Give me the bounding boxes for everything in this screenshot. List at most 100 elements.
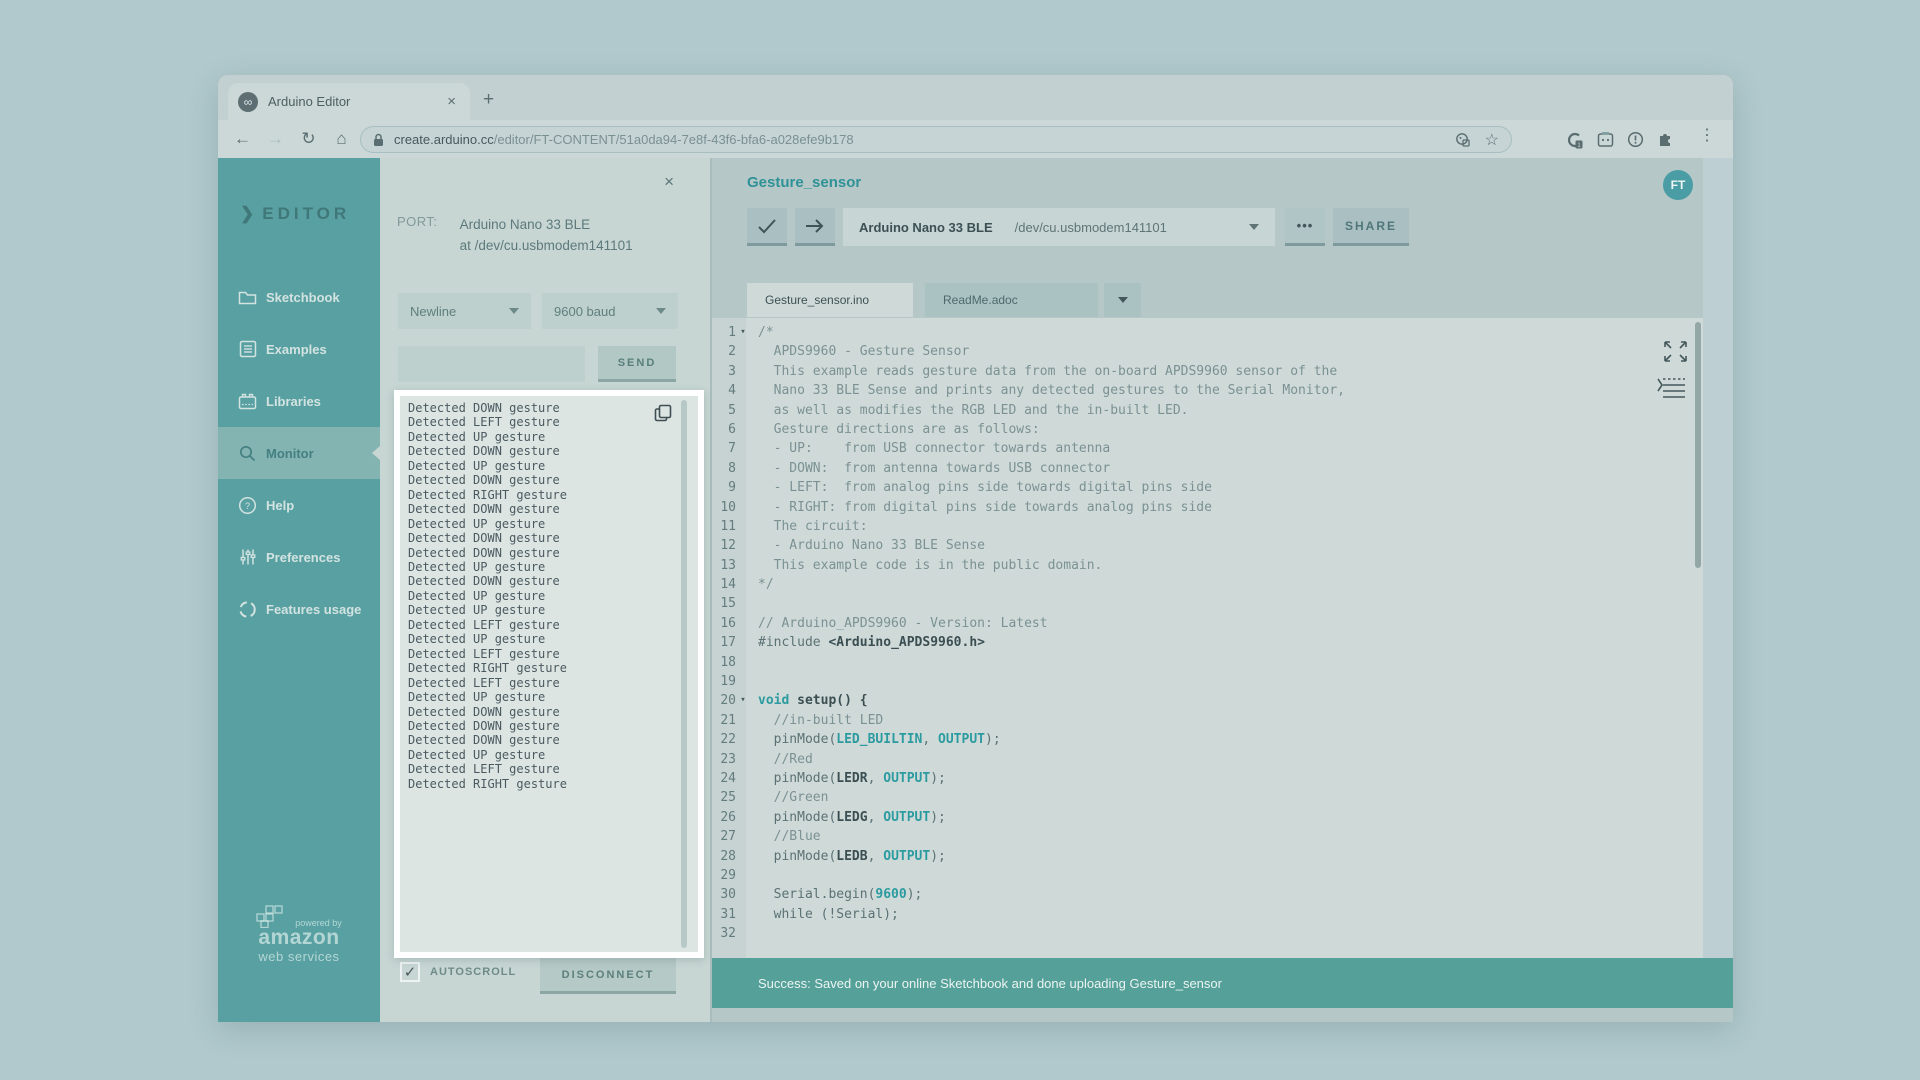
line-number: 32 <box>712 924 736 943</box>
log-line: Detected DOWN gesture <box>408 473 674 487</box>
code-text <box>750 594 758 613</box>
fold-arrow-icon[interactable]: ▾ <box>736 323 750 342</box>
folder-icon <box>238 288 257 307</box>
line-number: 26 <box>712 808 736 827</box>
editor-right-margin <box>1703 158 1733 958</box>
panel-close-icon[interactable]: × <box>664 172 674 192</box>
reload-icon[interactable]: ↻ <box>292 129 325 149</box>
sidebar-item-features-usage[interactable]: Features usage <box>218 583 380 635</box>
port-label: PORT: <box>397 214 438 256</box>
code-line: 3 This example reads gesture data from t… <box>712 362 1703 381</box>
url-bar[interactable]: create.arduino.cc/editor/FT-CONTENT/51a0… <box>360 126 1512 153</box>
line-number: 17 <box>712 633 736 652</box>
autoscroll-checkbox[interactable]: ✓ <box>400 962 420 982</box>
browser-tab[interactable]: ∞ Arduino Editor × <box>228 83 470 120</box>
code-text: The circuit: <box>750 517 868 536</box>
code-editor[interactable]: 1▾/*2 APDS9960 - Gesture Sensor3 This ex… <box>712 318 1703 958</box>
bookmark-star-icon[interactable]: ☆ <box>1485 130 1499 150</box>
line-number: 27 <box>712 827 736 846</box>
upload-button[interactable] <box>795 208 835 246</box>
line-ending-select[interactable]: Newline <box>398 293 531 329</box>
sidebar-item-libraries[interactable]: Libraries <box>218 375 380 427</box>
sidebar-item-help[interactable]: ? Help <box>218 479 380 531</box>
back-icon[interactable]: ← <box>226 129 259 149</box>
log-line: Detected RIGHT gesture <box>408 777 674 791</box>
sidebar-item-preferences[interactable]: Preferences <box>218 531 380 583</box>
forward-icon[interactable]: → <box>259 129 292 149</box>
code-text: Nano 33 BLE Sense and prints any detecte… <box>750 381 1345 400</box>
code-text <box>750 653 758 672</box>
verify-button[interactable] <box>747 208 787 246</box>
line-number: 20 <box>712 691 736 710</box>
sidebar-item-label: Help <box>266 498 294 513</box>
sliders-icon <box>238 548 257 567</box>
serial-monitor-panel: × PORT: Arduino Nano 33 BLEat /dev/cu.us… <box>380 158 712 1022</box>
sidebar-nav: Sketchbook Examples Libraries <box>218 271 380 635</box>
code-line: 19 <box>712 672 1703 691</box>
code-line: 15 <box>712 594 1703 613</box>
line-number: 21 <box>712 711 736 730</box>
sidebar-item-examples[interactable]: Examples <box>218 323 380 375</box>
info-circle-icon[interactable] <box>1627 131 1644 148</box>
disconnect-button[interactable]: DISCONNECT <box>540 958 676 994</box>
serial-log-scrollbar[interactable] <box>681 400 687 948</box>
tab-list-button[interactable] <box>1104 283 1141 317</box>
extension-box-icon[interactable] <box>1597 131 1614 148</box>
puzzle-extension-icon[interactable] <box>1657 131 1675 149</box>
format-code-icon[interactable] <box>1657 376 1687 400</box>
code-line: 6 Gesture directions are as follows: <box>712 420 1703 439</box>
autoscroll-label: AUTOSCROLL <box>430 966 516 978</box>
code-text: void setup() { <box>750 691 868 710</box>
baud-rate-select[interactable]: 9600 baud <box>542 293 678 329</box>
code-text: Serial.begin(9600); <box>750 885 922 904</box>
code-scrollbar[interactable] <box>1695 322 1701 568</box>
board-selector[interactable]: Arduino Nano 33 BLE /dev/cu.usbmodem1411… <box>843 208 1275 246</box>
tab-gesture-sensor-ino[interactable]: Gesture_sensor.ino <box>747 283 913 317</box>
examples-icon <box>238 340 257 359</box>
line-number: 14 <box>712 575 736 594</box>
line-number: 23 <box>712 750 736 769</box>
avatar[interactable]: FT <box>1663 170 1693 200</box>
sidebar-item-monitor[interactable]: Monitor <box>218 427 380 479</box>
home-icon[interactable]: ⌂ <box>325 129 358 149</box>
fullscreen-icon[interactable] <box>1663 340 1689 364</box>
lock-icon <box>373 133 384 147</box>
line-number: 10 <box>712 498 736 517</box>
sidebar: ❯EDITOR Sketchbook Examples <box>218 158 380 1022</box>
fold-spacer <box>736 730 750 749</box>
new-tab-button[interactable]: + <box>483 89 494 111</box>
more-options-button[interactable]: ••• <box>1285 208 1325 246</box>
browser-toolbar: ← → ↻ ⌂ create.arduino.cc/editor/FT-CONT… <box>218 120 1733 158</box>
line-number: 29 <box>712 866 736 885</box>
tab-close-icon[interactable]: × <box>443 93 460 110</box>
copy-icon[interactable] <box>654 404 672 422</box>
fold-spacer <box>736 808 750 827</box>
extension-c-icon[interactable]: 1 <box>1566 131 1584 149</box>
fold-spacer <box>736 536 750 555</box>
sidebar-item-sketchbook[interactable]: Sketchbook <box>218 271 380 323</box>
line-number: 31 <box>712 905 736 924</box>
log-line: Detected DOWN gesture <box>408 574 674 588</box>
fold-arrow-icon[interactable]: ▾ <box>736 691 750 710</box>
serial-input[interactable] <box>398 346 585 382</box>
send-button[interactable]: SEND <box>598 346 676 382</box>
line-number: 4 <box>712 381 736 400</box>
code-text: //in-built LED <box>750 711 883 730</box>
log-line: Detected UP gesture <box>408 603 674 617</box>
code-text: as well as modifies the RGB LED and the … <box>750 401 1188 420</box>
code-line: 13 This example code is in the public do… <box>712 556 1703 575</box>
line-number: 3 <box>712 362 736 381</box>
fold-spacer <box>736 653 750 672</box>
log-line: Detected DOWN gesture <box>408 705 674 719</box>
line-number: 22 <box>712 730 736 749</box>
share-button[interactable]: SHARE <box>1333 208 1409 246</box>
fold-spacer <box>736 498 750 517</box>
privacy-icon[interactable] <box>1455 132 1471 148</box>
log-line: Detected DOWN gesture <box>408 444 674 458</box>
aws-logo: powered by amazon web services <box>218 904 380 964</box>
check-icon <box>757 218 777 234</box>
code-line: 21 //in-built LED <box>712 711 1703 730</box>
browser-menu-icon[interactable]: ⋮ <box>1699 125 1715 145</box>
serial-log[interactable]: Detected DOWN gestureDetected LEFT gestu… <box>408 401 674 947</box>
tab-readme-adoc[interactable]: ReadMe.adoc <box>925 283 1098 317</box>
